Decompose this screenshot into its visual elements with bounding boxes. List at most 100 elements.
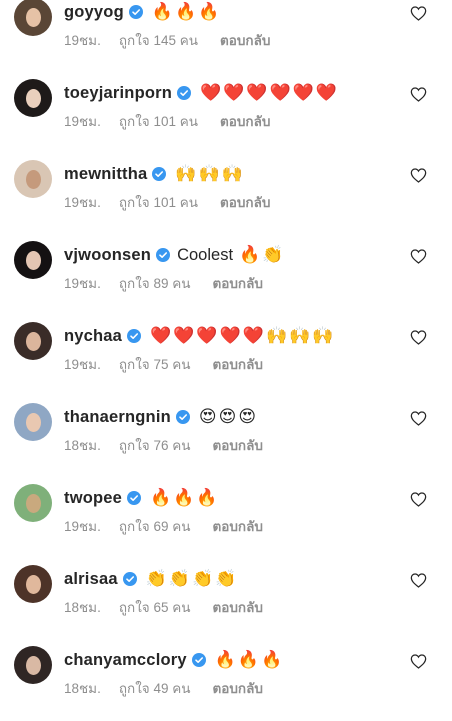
avatar[interactable] — [14, 484, 52, 522]
username-link[interactable]: chanyamcclory — [64, 651, 187, 670]
like-heart-icon[interactable] — [410, 249, 427, 264]
emoji: 🔥 — [198, 2, 220, 22]
comment-text: ❤️ ❤️ ❤️ ❤️ ❤️ ❤️ — [198, 83, 337, 103]
username-link[interactable]: mewnittha — [64, 165, 147, 184]
emoji: ❤️ — [173, 326, 195, 346]
avatar[interactable] — [14, 565, 52, 603]
like-heart-icon[interactable] — [410, 87, 427, 102]
avatar[interactable] — [14, 646, 52, 684]
avatar[interactable] — [14, 0, 52, 36]
comment-meta: 19ชม. ถูกใจ 101 คน ตอบกลับ — [64, 191, 270, 213]
comment-body: twopee 🔥 🔥 🔥 — [64, 486, 218, 510]
avatar[interactable] — [14, 403, 52, 441]
comment-row: alrisaa 👏 👏 👏 👏 18ชม. ถูกใจ 65 คน ตอบกลับ — [0, 559, 452, 640]
comment-body: mewnittha 🙌 🙌 🙌 — [64, 162, 243, 186]
emoji: 🔥 — [261, 650, 283, 670]
comment-text: 👏 👏 👏 👏 — [144, 569, 237, 589]
reply-button[interactable]: ตอบกลับ — [220, 110, 270, 132]
avatar[interactable] — [14, 160, 52, 198]
username-link[interactable]: vjwoonsen — [64, 246, 151, 265]
emoji: 🔥 — [175, 2, 197, 22]
avatar-face — [26, 413, 41, 432]
avatar[interactable] — [14, 322, 52, 360]
like-heart-icon[interactable] — [410, 168, 427, 183]
like-heart-icon[interactable] — [410, 330, 427, 345]
likes-count-link[interactable]: ถูกใจ 65 คน — [119, 596, 191, 618]
emoji: 🙌 — [221, 164, 243, 184]
timestamp: 19ชม. — [64, 357, 101, 372]
avatar-face — [26, 575, 41, 594]
comment-row: thanaerngnin 😍 😍 😍 18ชม. ถูกใจ 76 คน ตอบกลับ — [0, 397, 452, 478]
avatar-face — [26, 89, 41, 108]
likes-count-link[interactable]: ถูกใจ 75 คน — [119, 353, 191, 375]
reply-button[interactable]: ตอบกลับ — [212, 596, 262, 618]
comment-row: mewnittha 🙌 🙌 🙌 19ชม. ถูกใจ 101 คน ตอบกลับ — [0, 154, 452, 235]
verified-badge-icon — [152, 167, 167, 181]
username-link[interactable]: alrisaa — [64, 570, 118, 589]
verified-badge-icon — [128, 5, 143, 19]
likes-count-link[interactable]: ถูกใจ 69 คน — [119, 515, 191, 537]
like-heart-icon[interactable] — [410, 654, 427, 669]
username-link[interactable]: twopee — [64, 489, 122, 508]
comment-body: nychaa ❤️ ❤️ ❤️ ❤️ ❤️ 🙌 🙌 🙌 — [64, 324, 333, 348]
likes-count-link[interactable]: ถูกใจ 76 คน — [119, 434, 191, 456]
like-heart-icon[interactable] — [410, 492, 427, 507]
reply-button[interactable]: ตอบกลับ — [212, 434, 262, 456]
likes-count-link[interactable]: ถูกใจ 101 คน — [119, 191, 198, 213]
comment-meta: 19ชม. ถูกใจ 89 คน ตอบกลับ — [64, 272, 263, 294]
emoji: 🔥 — [237, 650, 260, 670]
emoji: ❤️ — [242, 326, 264, 346]
emoji: 🔥 — [214, 650, 236, 670]
comment-meta: 18ชม. ถูกใจ 65 คน ตอบกลับ — [64, 596, 263, 618]
likes-count-link[interactable]: ถูกใจ 101 คน — [119, 110, 198, 132]
emoji: 👏 — [168, 569, 191, 589]
emoji: 🔥 — [150, 488, 172, 508]
username-link[interactable]: goyyog — [64, 3, 124, 22]
verified-badge-icon — [177, 86, 192, 100]
like-heart-icon[interactable] — [410, 6, 427, 21]
emoji: 🙌 — [175, 164, 197, 184]
comment-body: vjwoonsen Coolest 🔥 👏 — [64, 243, 283, 267]
comment-meta: 19ชม. ถูกใจ 145 คน ตอบกลับ — [64, 29, 270, 51]
emoji: 🙌 — [198, 164, 220, 184]
avatar-face — [26, 332, 41, 351]
reply-button[interactable]: ตอบกลับ — [220, 191, 270, 213]
emoji: ❤️ — [219, 326, 241, 346]
reply-button[interactable]: ตอบกลับ — [220, 29, 270, 51]
emoji: 😍 — [238, 407, 257, 427]
likes-count-link[interactable]: ถูกใจ 145 คน — [119, 29, 198, 51]
verified-badge-icon — [156, 248, 171, 262]
emoji: 😍 — [198, 407, 217, 427]
comment-text: 😍 😍 😍 — [197, 407, 256, 427]
reply-button[interactable]: ตอบกลับ — [212, 353, 262, 375]
comment-body: chanyamcclory 🔥 🔥 🔥 — [64, 648, 282, 672]
emoji: 🙌 — [265, 326, 288, 346]
emoji: ❤️ — [200, 83, 222, 103]
comment-row: toeyjarinporn ❤️ ❤️ ❤️ ❤️ ❤️ ❤️ 19ชม. ถูกใจ 101 … — [0, 73, 452, 154]
comment-words: Coolest — [177, 245, 234, 264]
username-link[interactable]: nychaa — [64, 327, 122, 346]
avatar[interactable] — [14, 241, 52, 279]
avatar[interactable] — [14, 79, 52, 117]
verified-badge-icon — [127, 491, 142, 505]
comment-meta: 18ชม. ถูกใจ 76 คน ตอบกลับ — [64, 434, 263, 456]
reply-button[interactable]: ตอบกลับ — [212, 515, 262, 537]
emoji: 🙌 — [289, 326, 311, 346]
username-link[interactable]: thanaerngnin — [64, 408, 171, 427]
emoji: 🔥 — [173, 488, 195, 508]
like-heart-icon[interactable] — [410, 411, 427, 426]
likes-count-link[interactable]: ถูกใจ 89 คน — [119, 272, 191, 294]
emoji: ❤️ — [269, 83, 291, 103]
comment-meta: 19ชม. ถูกใจ 101 คน ตอบกลับ — [64, 110, 270, 132]
comment-body: toeyjarinporn ❤️ ❤️ ❤️ ❤️ ❤️ ❤️ — [64, 81, 337, 105]
avatar-face — [26, 251, 41, 270]
timestamp: 18ชม. — [64, 600, 101, 615]
username-link[interactable]: toeyjarinporn — [64, 84, 172, 103]
emoji: 👏 — [215, 569, 237, 589]
comment-meta: 19ชม. ถูกใจ 69 คน ตอบกลับ — [64, 515, 263, 537]
timestamp: 19ชม. — [64, 33, 101, 48]
like-heart-icon[interactable] — [410, 573, 427, 588]
emoji: 🙌 — [312, 326, 334, 346]
reply-button[interactable]: ตอบกลับ — [212, 272, 262, 294]
timestamp: 19ชม. — [64, 114, 101, 129]
